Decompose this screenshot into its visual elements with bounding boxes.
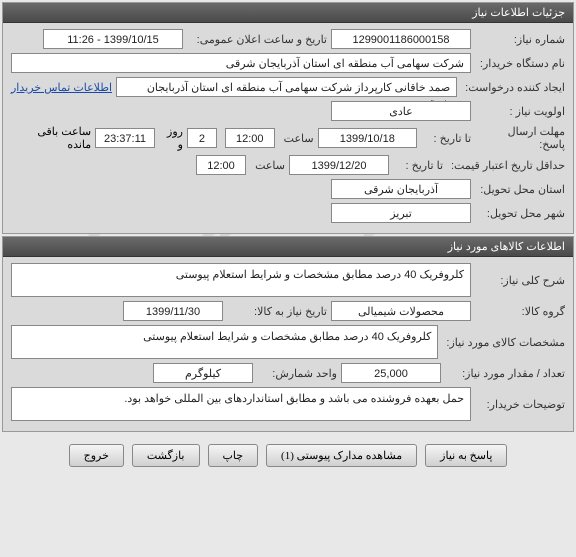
exit-button[interactable]: خروج	[69, 444, 124, 467]
print-button[interactable]: چاپ	[208, 444, 259, 467]
delivery-city-label: شهر محل تحویل:	[475, 207, 565, 220]
buyer-notes-field: حمل بعهده فروشنده می باشد و مطابق استاند…	[11, 387, 471, 421]
general-desc-field: کلروفریک 40 درصد مطابق مشخصات و شرایط اس…	[11, 263, 471, 297]
general-desc-label: شرح کلی نیاز:	[475, 274, 565, 287]
goods-info-header: اطلاعات کالاهای مورد نیاز	[3, 237, 573, 257]
unit-label: واحد شمارش:	[257, 367, 337, 380]
qty-field: 25,000	[341, 363, 441, 383]
deadline-label: مهلت ارسال پاسخ:	[475, 125, 565, 151]
buyer-contact-link[interactable]: اطلاعات تماس خریدار	[11, 81, 112, 94]
priority-label: اولویت نیاز :	[475, 105, 565, 118]
days-and-label: روز و	[159, 125, 183, 151]
buyer-notes-label: توضیحات خریدار:	[475, 398, 565, 411]
min-validity-time-field: 12:00	[196, 155, 246, 175]
delivery-province-label: استان محل تحویل:	[475, 183, 565, 196]
goods-info-panel: اطلاعات کالاهای مورد نیاز شرح کلی نیاز: …	[2, 236, 574, 432]
goods-spec-label: مشخصات کالای مورد نیاز:	[442, 336, 565, 349]
time-label-2: ساعت	[250, 159, 285, 172]
announce-label: تاریخ و ساعت اعلان عمومی:	[187, 33, 327, 46]
min-validity-until-label: تا تاریخ :	[393, 159, 443, 172]
button-bar: پاسخ به نیاز مشاهده مدارک پیوستی (1) چاپ…	[0, 434, 576, 481]
deadline-date-field: 1399/10/18	[318, 128, 417, 148]
buyer-org-label: نام دستگاه خریدار:	[475, 57, 565, 70]
unit-field: کیلوگرم	[153, 363, 253, 383]
creator-field: صمد خاقانی کارپرداز شرکت سهامی آب منطقه …	[116, 77, 457, 97]
delivery-province-field: آذربایجان شرقی	[331, 179, 471, 199]
deadline-time-field: 12:00	[225, 128, 275, 148]
need-number-field: 1299001186000158	[331, 29, 471, 49]
need-number-label: شماره نیاز:	[475, 33, 565, 46]
need-by-date-field: 1399/11/30	[123, 301, 223, 321]
remaining-days-field: 2	[187, 128, 217, 148]
back-button[interactable]: بازگشت	[132, 444, 200, 467]
min-validity-label: حداقل تاریخ اعتبار قیمت:	[447, 159, 565, 172]
until-label: تا تاریخ :	[421, 132, 471, 145]
buyer-org-field: شرکت سهامی آب منطقه ای استان آذربایجان ش…	[11, 53, 471, 73]
delivery-city-field: تبریز	[331, 203, 471, 223]
remaining-time-field: 23:37:11	[95, 128, 155, 148]
creator-label: ایجاد کننده درخواست:	[461, 81, 565, 94]
time-label-1: ساعت	[279, 132, 314, 145]
min-validity-date-field: 1399/12/20	[289, 155, 389, 175]
qty-label: تعداد / مقدار مورد نیاز:	[445, 367, 565, 380]
priority-field: عادی	[331, 101, 471, 121]
need-by-label: تاریخ نیاز به کالا:	[227, 305, 327, 318]
remaining-suffix-label: ساعت باقی مانده	[11, 125, 91, 151]
goods-spec-field: کلروفریک 40 درصد مطابق مشخصات و شرایط اس…	[11, 325, 438, 359]
need-info-panel: جزئیات اطلاعات نیاز شماره نیاز: 12990011…	[2, 2, 574, 234]
view-attachments-button[interactable]: مشاهده مدارک پیوستی (1)	[266, 444, 417, 467]
goods-group-label: گروه کالا:	[475, 305, 565, 318]
announce-field: 1399/10/15 - 11:26	[43, 29, 183, 49]
goods-group-field: محصولات شیمیالی	[331, 301, 471, 321]
need-info-header: جزئیات اطلاعات نیاز	[3, 3, 573, 23]
respond-button[interactable]: پاسخ به نیاز	[425, 444, 507, 467]
